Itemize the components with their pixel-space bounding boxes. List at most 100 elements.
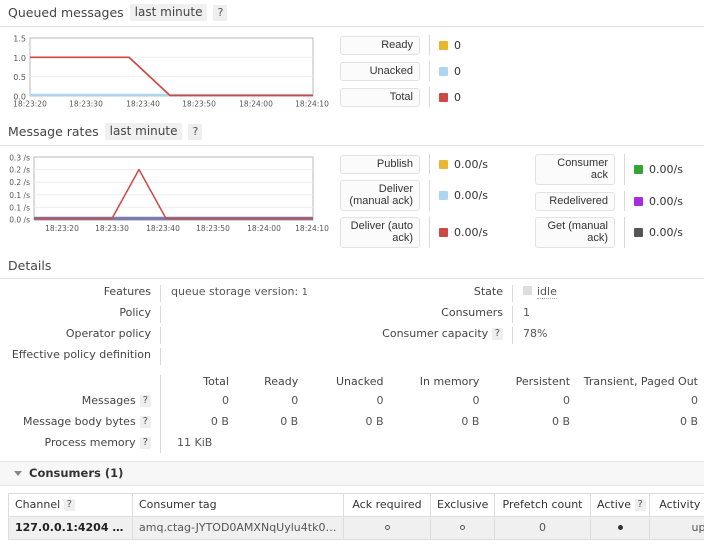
svg-text:1.0: 1.0: [13, 54, 26, 63]
messages-help-icon[interactable]: ?: [139, 394, 151, 407]
legend-toggle-unacked[interactable]: Unacked: [340, 61, 420, 81]
process-memory-unacked: [304, 432, 389, 453]
consumer-capacity-help-icon[interactable]: ?: [491, 328, 503, 340]
message-rates-chart-block: 0.3 /s 0.2 /s 0.2 /s 0.1 /s 0.1 /s 0.0 /…: [0, 146, 704, 254]
details-row-features: Features queue storage version: 1: [0, 285, 352, 304]
legend-row-redelivered: Redelivered 0.00/s: [535, 191, 700, 211]
legend-redelivered-value: 0.00/s: [649, 194, 683, 208]
stats-col-total: Total: [203, 375, 229, 388]
legend-toggle-redelivered[interactable]: Redelivered: [535, 191, 615, 211]
queued-messages-help-icon[interactable]: ?: [213, 4, 228, 21]
details-row-operator-policy: Operator policy: [0, 327, 352, 346]
details-label-policy: Policy: [119, 306, 151, 319]
legend-toggle-ready[interactable]: Ready: [340, 35, 420, 55]
consumers-col-channel[interactable]: Channel ?: [8, 493, 133, 517]
process-memory-help-icon[interactable]: ?: [139, 436, 151, 449]
svg-text:18:24:10: 18:24:10: [295, 100, 329, 109]
message-rates-help-icon[interactable]: ?: [188, 123, 203, 140]
legend-divider: [429, 180, 430, 211]
legend-row-deliver-manual: Deliver (manual ack) 0.00/s: [340, 180, 535, 211]
consumers-col-active[interactable]: Active ?: [590, 493, 650, 517]
body-bytes-in-memory: 0 B: [461, 415, 480, 428]
legend-deliver-auto-value: 0.00/s: [454, 226, 488, 239]
svg-text:18:23:20: 18:23:20: [13, 100, 47, 109]
consumers-col-consumer-tag[interactable]: Consumer tag: [132, 493, 344, 517]
consumers-col-ack-required[interactable]: Ack required: [343, 493, 431, 517]
svg-text:0.3 /s: 0.3 /s: [9, 154, 30, 163]
queued-messages-title: Queued messages: [8, 5, 124, 20]
circle-open-icon: [384, 525, 390, 530]
legend-deliver-manual-value: 0.00/s: [454, 189, 488, 202]
rates-legend-column-left: Publish 0.00/s Deliver (manual ack) 0.00…: [340, 154, 535, 248]
stats-row-messages: 0 0 0 0 0 0: [171, 390, 704, 411]
message-body-bytes-help-icon[interactable]: ?: [139, 415, 151, 428]
features-text: queue storage version:: [171, 285, 299, 298]
consumers-col-prefetch-count[interactable]: Prefetch count: [494, 493, 591, 517]
legend-toggle-consumer-ack[interactable]: Consumer ack: [535, 154, 615, 185]
legend-unacked-value: 0: [454, 64, 461, 78]
stats-col-persistent: Persistent: [515, 375, 571, 388]
svg-text:1.5: 1.5: [13, 35, 26, 44]
legend-row-unacked: Unacked 0: [340, 61, 535, 81]
details-label-consumers: Consumers: [441, 306, 503, 319]
legend-total-value: 0: [454, 90, 461, 104]
legend-divider: [429, 61, 430, 81]
details-label-state: State: [473, 285, 503, 298]
process-memory-in-memory: [390, 432, 486, 453]
process-memory-persistent: [485, 432, 576, 453]
details-label-features: Features: [103, 285, 151, 298]
legend-toggle-total[interactable]: Total: [340, 87, 420, 107]
details-value-consumers: 1: [512, 306, 704, 323]
swatch-unacked: [439, 66, 448, 76]
details-label-effective-policy: Effective policy definition: [11, 348, 151, 361]
details-value-state: idle: [512, 285, 704, 302]
legend-divider: [624, 191, 625, 211]
legend-toggle-publish[interactable]: Publish: [340, 154, 420, 174]
legend-toggle-deliver-manual[interactable]: Deliver (manual ack): [340, 180, 420, 211]
channel-help-icon[interactable]: ?: [63, 499, 75, 511]
consumers-header-row: Channel ? Consumer tag Ack required Excl…: [8, 493, 704, 517]
stats-label-messages-text: Messages: [81, 394, 136, 407]
svg-text:0.1 /s: 0.1 /s: [9, 191, 30, 200]
swatch-deliver-manual: [439, 191, 448, 200]
body-bytes-total: 0 B: [210, 415, 229, 428]
consumer-prefetch-count: 0: [494, 516, 591, 540]
consumers-table: Channel ? Consumer tag Ack required Excl…: [8, 493, 704, 540]
process-memory-total: 11 KiB: [177, 436, 213, 449]
legend-divider: [429, 87, 430, 107]
consumer-tag: amq.ctag-JYTOD0AMXNqUylu4tk0tfQ: [132, 516, 344, 540]
body-bytes-unacked: 0 B: [365, 415, 384, 428]
details-right-column: State idle Consumers 1 Consumer capacity…: [352, 285, 704, 369]
queued-messages-header: Queued messages last minute ?: [0, 0, 704, 27]
message-rates-legend: Publish 0.00/s Deliver (manual ack) 0.00…: [340, 152, 704, 248]
consumers-col-exclusive[interactable]: Exclusive: [430, 493, 495, 517]
stats-col-unacked: Unacked: [335, 375, 384, 388]
process-memory-ready: [235, 432, 304, 453]
legend-value-deliver-auto: 0.00/s: [439, 226, 488, 239]
message-rates-period-tab[interactable]: last minute: [104, 123, 183, 140]
messages-transient-paged-out: 0: [691, 394, 698, 407]
queued-messages-period-tab[interactable]: last minute: [129, 4, 208, 21]
queued-messages-chart-block: 1.5 1.0 0.5 0.0 18:23:20 18:23:30 18:23:…: [0, 27, 704, 119]
legend-value-deliver-manual: 0.00/s: [439, 189, 488, 202]
consumer-channel[interactable]: 127.0.0.1:4204 (1): [8, 516, 133, 540]
legend-toggle-deliver-auto[interactable]: Deliver (auto ack): [340, 217, 420, 248]
status-badge: idle: [537, 285, 557, 299]
stats-row-body-bytes: 0 B 0 B 0 B 0 B 0 B 0 B: [171, 411, 704, 432]
legend-row-total: Total 0: [340, 87, 535, 107]
swatch-consumer-ack: [634, 165, 643, 174]
active-help-icon[interactable]: ?: [634, 499, 646, 511]
consumers-col-activity-status[interactable]: Activity status: [649, 493, 704, 517]
legend-ready-value: 0: [454, 38, 461, 52]
messages-persistent: 0: [563, 394, 571, 407]
table-row[interactable]: 127.0.0.1:4204 (1) amq.ctag-JYTOD0AMXNqU…: [8, 516, 704, 540]
legend-toggle-get-manual[interactable]: Get (manual ack): [535, 217, 615, 248]
stats-label-messages: Messages ?: [0, 390, 160, 411]
consumers-section-toggle[interactable]: Consumers (1): [0, 461, 704, 486]
details-value-policy: [160, 306, 352, 323]
swatch-redelivered: [634, 196, 643, 206]
message-rates-header: Message rates last minute ?: [0, 119, 704, 146]
consumer-activity-status: up: [649, 516, 704, 540]
stats-label-column: Messages ? Message body bytes ? Process …: [0, 375, 160, 453]
svg-text:18:23:30: 18:23:30: [69, 100, 103, 109]
